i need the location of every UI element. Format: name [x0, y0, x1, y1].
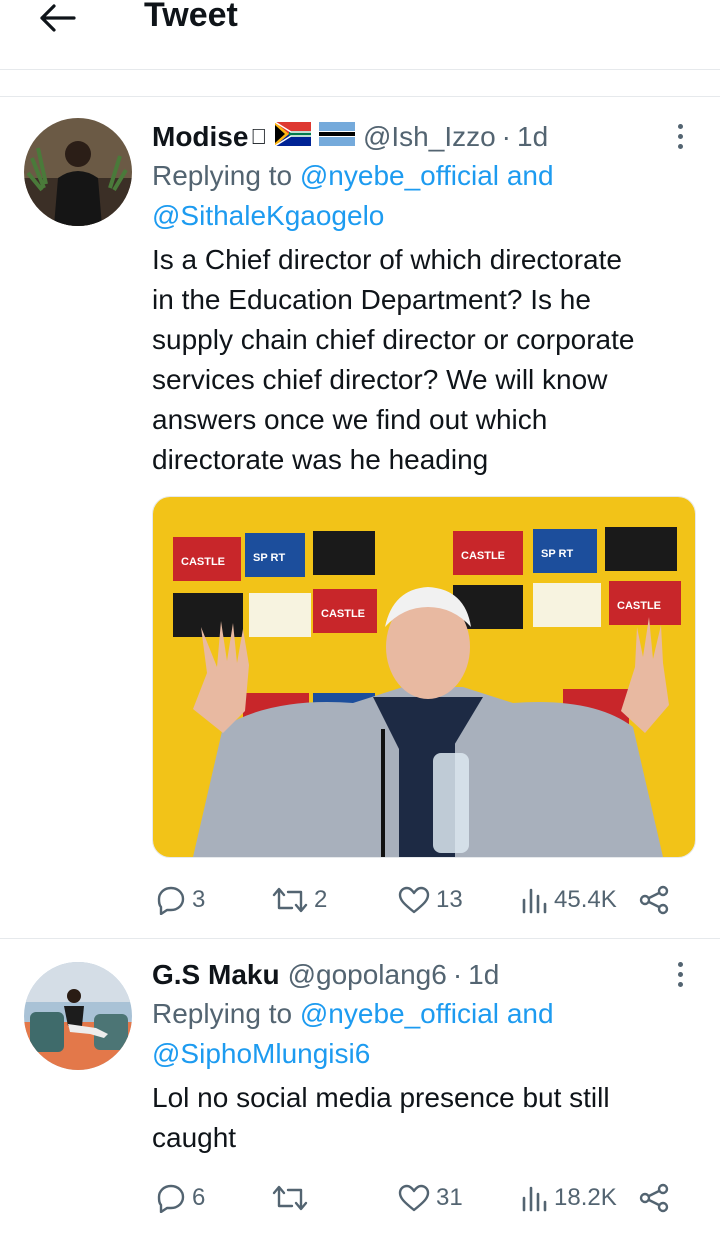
replying-to-line-2: @SiphoMlungisi6: [152, 1034, 696, 1074]
tweet-text-line: caught: [152, 1122, 237, 1153]
reply-button[interactable]: 3: [156, 880, 205, 920]
backdrop-text: CASTLE: [461, 550, 505, 562]
user-handle[interactable]: @gopolang6: [288, 959, 447, 991]
like-count: 13: [436, 886, 463, 913]
tweet-header: Modise  @Ish_Izzo · 1d: [152, 118, 696, 156]
mention-link[interactable]: @SiphoMlungisi6: [152, 1038, 370, 1069]
separator: ·: [452, 959, 463, 990]
reply-icon: [157, 1184, 185, 1213]
tweet-text-line: services chief director? We will know: [152, 364, 608, 395]
share-icon: [639, 885, 669, 915]
backdrop-text: SP RT: [541, 548, 573, 560]
timestamp[interactable]: 1d: [517, 121, 548, 153]
reply-and[interactable]: and: [507, 998, 554, 1029]
avatar[interactable]: [24, 962, 132, 1070]
avatar[interactable]: [24, 118, 132, 226]
tweet[interactable]: G.S Maku @gopolang6 · 1d Replying to @ny…: [0, 956, 720, 1238]
top-bar: Tweet: [0, 0, 720, 70]
replying-to-line-2: @SithaleKgaogelo: [152, 196, 696, 236]
views-button[interactable]: 45.4K: [520, 880, 617, 920]
tweet-actions: 6 31 18.2K: [152, 1178, 672, 1218]
separator: ·: [502, 121, 511, 153]
view-count: 18.2K: [554, 1184, 617, 1211]
views-icon: [522, 888, 547, 914]
like-button[interactable]: 31: [398, 1178, 463, 1218]
tweet-text-line: in the Education Department? Is he: [152, 284, 591, 315]
page-title: Tweet: [144, 0, 238, 34]
apple-icon: : [250, 124, 267, 150]
tweet-actions: 3 2 13 45.4K: [152, 880, 672, 920]
reply-button[interactable]: 6: [156, 1178, 205, 1218]
views-icon: [522, 1186, 547, 1212]
tweet-text: Lol no social media presence but still c…: [152, 1078, 696, 1158]
replying-to: Replying to @nyebe_official and: [152, 156, 696, 196]
backdrop-text: SP RT: [253, 552, 285, 564]
share-button[interactable]: [638, 880, 670, 920]
reply-prefix: Replying to: [152, 998, 293, 1029]
share-icon: [639, 1183, 669, 1213]
share-button[interactable]: [638, 1178, 670, 1218]
heart-icon: [398, 886, 430, 914]
mention-link[interactable]: @nyebe_official: [300, 160, 499, 191]
tweet-text-line: answers once we find out which: [152, 404, 548, 435]
tweet-text-line: directorate was he heading: [152, 444, 489, 475]
flag-south-africa-icon: [274, 121, 311, 153]
reply-and[interactable]: and: [507, 160, 554, 191]
replying-to: Replying to @nyebe_official and: [152, 994, 696, 1034]
tweet-text-line: Lol no social media presence but still: [152, 1082, 610, 1113]
tweet-text-line: supply chain chief director or corporate: [152, 324, 635, 355]
tweet-header: G.S Maku @gopolang6 · 1d: [152, 956, 696, 994]
reply-prefix: Replying to: [152, 160, 293, 191]
tweet[interactable]: Modise  @Ish_Izzo · 1d: [0, 118, 720, 938]
reply-icon: [157, 886, 185, 915]
mention-link[interactable]: @SithaleKgaogelo: [152, 200, 384, 231]
mention-link[interactable]: @nyebe_official: [300, 998, 499, 1029]
user-handle[interactable]: @Ish_Izzo: [363, 121, 496, 153]
tweet-text: Is a Chief director of which directorate…: [152, 240, 696, 480]
divider: [0, 938, 720, 939]
backdrop-text: CASTLE: [617, 600, 661, 612]
tweet-text-line: Is a Chief director of which directorate: [152, 244, 622, 275]
heart-icon: [398, 1184, 430, 1212]
flag-botswana-icon: [318, 121, 355, 153]
retweet-icon: [272, 1185, 308, 1211]
like-button[interactable]: 13: [398, 880, 463, 920]
arrow-left-icon: [40, 4, 76, 32]
views-button[interactable]: 18.2K: [520, 1178, 617, 1218]
reply-count: 6: [192, 1184, 206, 1211]
backdrop-text: CASTLE: [321, 608, 365, 620]
retweet-icon: [272, 887, 308, 913]
divider: [0, 96, 720, 97]
retweet-button[interactable]: 2: [272, 880, 327, 920]
reply-count: 3: [192, 886, 206, 913]
like-count: 31: [436, 1184, 463, 1211]
retweet-button[interactable]: [272, 1178, 314, 1218]
timestamp[interactable]: 1d: [468, 959, 499, 991]
display-name[interactable]: Modise: [152, 121, 248, 153]
display-name[interactable]: G.S Maku: [152, 959, 280, 991]
retweet-count: 2: [314, 886, 328, 913]
backdrop-text: CASTLE: [181, 556, 225, 568]
tweet-image[interactable]: CASTLE SP RT CASTLE SP RT CASTLE CASTLE: [152, 496, 696, 858]
view-count: 45.4K: [554, 886, 617, 913]
back-button[interactable]: [34, 0, 78, 36]
